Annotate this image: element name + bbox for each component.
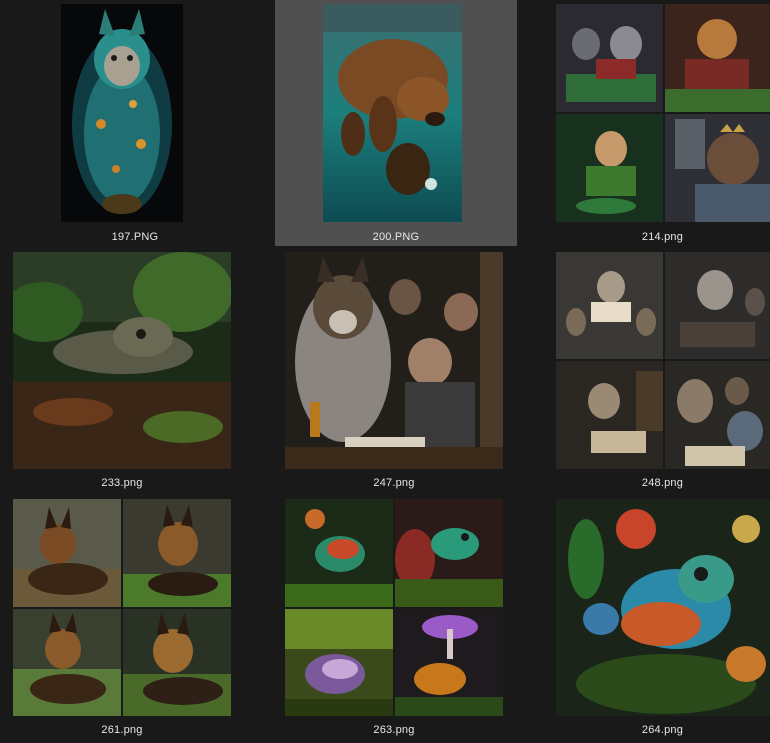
file-tile-264[interactable]: 264.png — [555, 493, 770, 743]
file-tile-248[interactable]: 248.png — [555, 246, 770, 493]
thumbnail-image — [556, 4, 770, 222]
file-name-label: 248.png — [641, 477, 684, 489]
thumbnail-image — [13, 499, 231, 716]
thumbnail-image — [285, 252, 503, 469]
thumbnail-image — [556, 499, 770, 716]
file-tile-197[interactable]: 197.PNG — [33, 0, 237, 246]
thumbnail-image — [556, 252, 770, 469]
file-tile-247[interactable]: 247.png — [284, 246, 504, 493]
file-tile-200[interactable]: 200.PNG — [275, 0, 517, 246]
file-tile-214[interactable]: 214.png — [555, 0, 770, 246]
file-tile-261[interactable]: 261.png — [11, 493, 233, 743]
file-name-label: 261.png — [101, 724, 143, 736]
file-tile-233[interactable]: 233.png — [11, 246, 233, 493]
file-tile-263[interactable]: 263.png — [284, 493, 504, 743]
file-name-label: 247.png — [373, 477, 415, 489]
thumbnail-image — [323, 4, 462, 222]
file-name-label: 233.png — [101, 477, 143, 489]
file-thumbnail-grid: 197.PNG 200.PNG 214.png 233.png 247.png … — [0, 0, 770, 743]
file-name-label: 264.png — [641, 724, 684, 736]
thumbnail-image — [61, 4, 183, 222]
file-name-label: 214.png — [641, 231, 684, 243]
file-name-label: 197.PNG — [111, 231, 159, 243]
thumbnail-image — [13, 252, 231, 469]
thumbnail-image — [285, 499, 503, 716]
file-name-label: 263.png — [373, 724, 415, 736]
file-name-label: 200.PNG — [372, 231, 420, 243]
